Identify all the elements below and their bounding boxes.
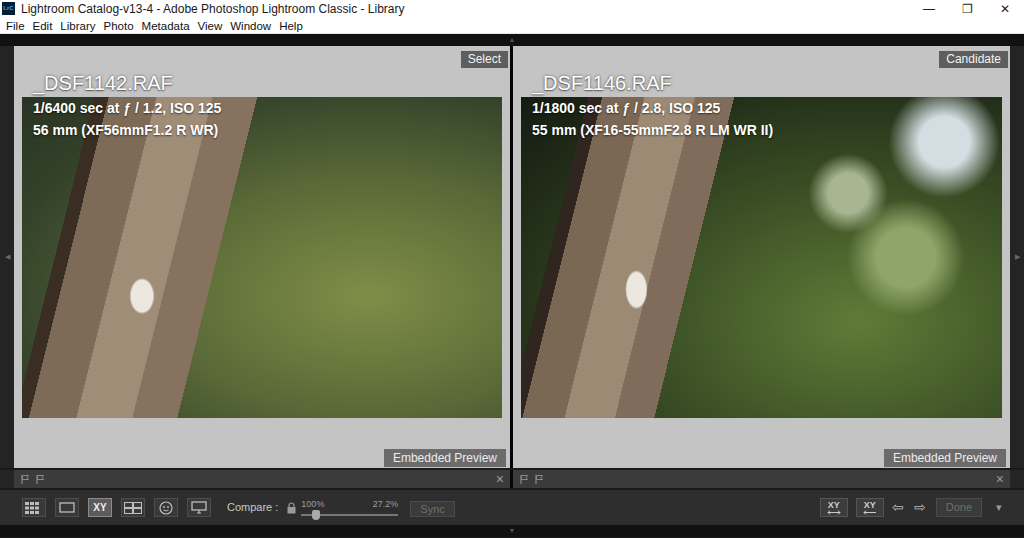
slider-thumb[interactable]: [312, 510, 320, 520]
collapse-arrow-icon[interactable]: ▶: [1015, 252, 1020, 263]
lock-icon: [287, 502, 296, 514]
sync-button: Sync: [410, 501, 454, 517]
window-controls: —❐✕: [910, 0, 1024, 18]
lens-info: 55 mm (XF16-55mmF2.8 R LM WR II): [532, 119, 1002, 141]
flag-row-spacer: [1010, 470, 1024, 488]
compare-panel[interactable]: Candidate_DSF1146.RAF1/1800 sec at ƒ / 2…: [513, 46, 1010, 468]
zoom-slider[interactable]: 100% 27.2%: [301, 499, 398, 516]
zoom-reading: 100%: [301, 499, 324, 510]
flag-row-spacer: [0, 470, 14, 488]
menu-item[interactable]: View: [198, 18, 223, 34]
menu-item[interactable]: Metadata: [142, 18, 190, 34]
menu-item[interactable]: Library: [60, 18, 95, 34]
people-view-icon: [159, 501, 173, 515]
secondary-view-icon: [191, 501, 207, 514]
compare-panel[interactable]: Select_DSF1142.RAF1/6400 sec at ƒ / 1.2,…: [14, 46, 510, 468]
done-button: Done: [936, 498, 982, 517]
collapse-arrow-icon[interactable]: ▼: [509, 527, 516, 534]
panel-spacer: [14, 418, 510, 449]
exposure-info: 1/6400 sec at ƒ / 1.2, ISO 125: [33, 97, 502, 119]
file-name: _DSF1146.RAF: [513, 68, 1010, 97]
view-mode-button[interactable]: [22, 498, 46, 517]
reject-flag-icon: [35, 474, 46, 485]
zoom-readings: 100% 27.2%: [301, 499, 398, 510]
flag-strip: ×: [513, 470, 1010, 488]
zoom-reading: 27.2%: [373, 499, 399, 510]
flag-row: ××: [0, 468, 1024, 490]
view-mode-button[interactable]: [187, 498, 211, 517]
title-bar: LrC Lightroom Catalog-v13-4 - Adobe Photo…: [0, 0, 1024, 18]
collapse-arrow-icon[interactable]: ▲: [509, 36, 516, 43]
toolbar: XY Compare : 100% 27.2% Sync XY XY ⇦ ⇨ Done ▾: [0, 490, 1024, 525]
previous-button[interactable]: ⇦: [892, 497, 904, 518]
close-button[interactable]: ×: [996, 470, 1004, 488]
swap-label: XY: [864, 501, 876, 510]
panel-tag: Select: [461, 51, 508, 68]
swap-button[interactable]: XY: [820, 498, 848, 517]
close-button[interactable]: ×: [496, 470, 504, 488]
swap-arrow-icon: [826, 510, 842, 515]
panel-tag: Candidate: [939, 51, 1008, 68]
view-mode-button[interactable]: [121, 498, 145, 517]
app-logo-icon: LrC: [2, 2, 15, 15]
menu-item[interactable]: File: [6, 18, 25, 34]
menu-item[interactable]: Window: [230, 18, 271, 34]
panel-header: Select: [14, 51, 510, 68]
top-panel-toggle[interactable]: ▲: [0, 34, 1024, 46]
pick-flag-icon: [20, 474, 31, 485]
badge-row: Embedded Preview: [513, 449, 1010, 467]
preview-badge: Embedded Preview: [884, 449, 1006, 467]
view-mode-label: XY: [93, 499, 106, 516]
collapse-arrow-icon[interactable]: ◀: [5, 252, 10, 263]
menu-item[interactable]: Edit: [33, 18, 53, 34]
window-control-button[interactable]: —: [910, 0, 948, 18]
left-panel-toggle[interactable]: ◀: [0, 46, 14, 468]
compare-label: Compare :: [227, 499, 278, 516]
preview-badge: Embedded Preview: [384, 449, 506, 467]
survey-view-icon: [124, 502, 142, 514]
flag-strip: ×: [14, 470, 510, 488]
next-button[interactable]: ⇨: [914, 497, 926, 518]
reject-flag-icon: [534, 474, 545, 485]
menu-item[interactable]: Help: [279, 18, 303, 34]
view-mode-button[interactable]: XY: [88, 498, 112, 517]
window-title: Lightroom Catalog-v13-4 - Adobe Photosho…: [21, 0, 910, 18]
panel-spacer: [513, 418, 1010, 449]
window-control-button[interactable]: ❐: [948, 0, 986, 18]
slider-track[interactable]: [301, 514, 398, 516]
view-mode-button[interactable]: [154, 498, 178, 517]
promote-arrow-icon: [862, 510, 878, 515]
grid-view-icon: [25, 502, 43, 514]
bottom-panel-toggle[interactable]: ▼: [0, 525, 1024, 537]
exposure-info: 1/1800 sec at ƒ / 2.8, ISO 125: [532, 97, 1002, 119]
pick-flag-icon: [519, 474, 530, 485]
lens-info: 56 mm (XF56mmF1.2 R WR): [33, 119, 502, 141]
window-control-button[interactable]: ✕: [986, 0, 1024, 18]
menu-item[interactable]: Photo: [104, 18, 134, 34]
swap-label: XY: [828, 501, 840, 510]
swap-button[interactable]: XY: [856, 498, 884, 517]
file-name: _DSF1142.RAF: [14, 68, 510, 97]
view-mode-button[interactable]: [55, 498, 79, 517]
photo[interactable]: 1/6400 sec at ƒ / 1.2, ISO 12556 mm (XF5…: [22, 97, 502, 418]
loupe-view-icon: [59, 502, 75, 513]
compare-area: ◀ Select_DSF1142.RAF1/6400 sec at ƒ / 1.2…: [0, 46, 1024, 468]
right-panel-toggle[interactable]: ▶: [1010, 46, 1024, 468]
panel-header: Candidate: [513, 51, 1010, 68]
photo[interactable]: 1/1800 sec at ƒ / 2.8, ISO 12555 mm (XF1…: [521, 97, 1002, 418]
menu-bar: File Edit Library Photo Metadata View Window He…: [0, 18, 1024, 34]
sync-wrap: Sync: [402, 496, 454, 520]
toolbar-menu-button[interactable]: ▾: [996, 499, 1002, 516]
badge-row: Embedded Preview: [14, 449, 510, 467]
